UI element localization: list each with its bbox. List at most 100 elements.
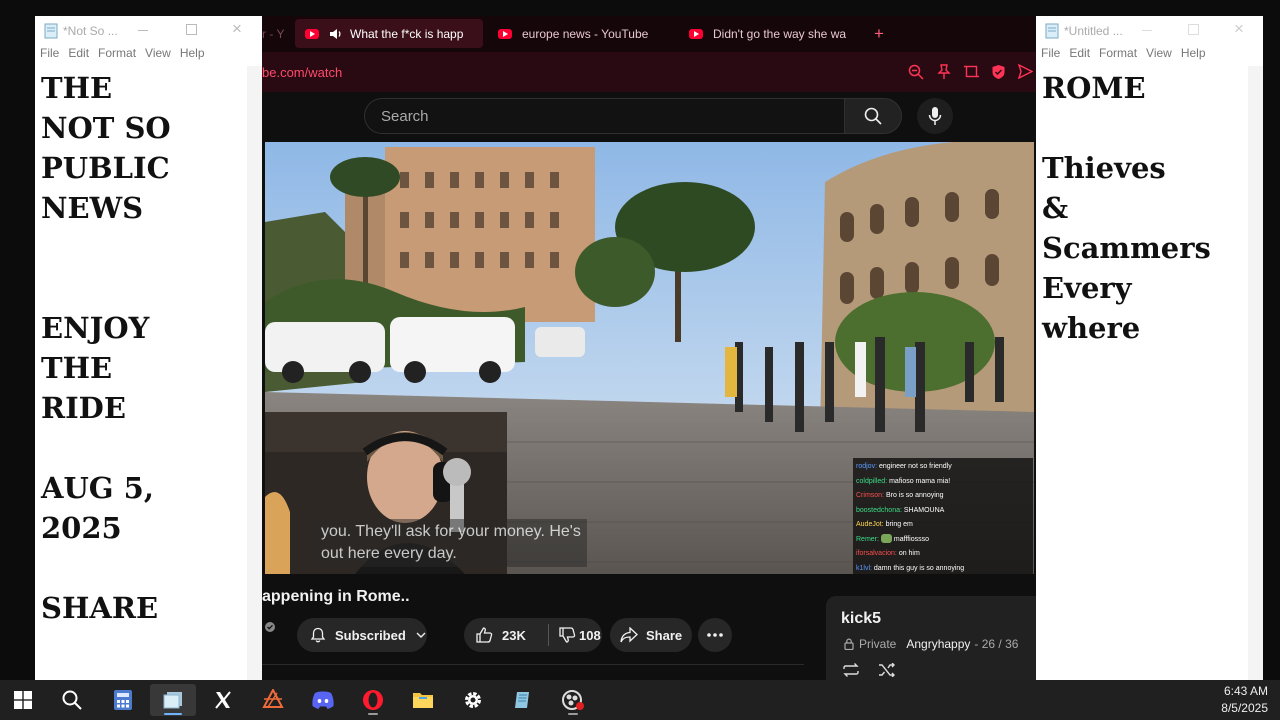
video-title: appening in Rome..: [262, 588, 410, 605]
chat-user: Remer:: [856, 535, 879, 543]
caption-line-1: you. They'll ask for your money. He's: [321, 523, 581, 540]
chat-user: rodjov:: [856, 463, 878, 470]
close-icon[interactable]: ×: [232, 19, 242, 39]
taskbar-notepad-active[interactable]: [150, 684, 196, 716]
text-line: Scammers: [1042, 231, 1211, 265]
chevron-down-icon: [416, 632, 426, 638]
notepad-right-title: *Untitled ...: [1064, 24, 1123, 38]
tab-europe-news[interactable]: europe news - YouTube: [498, 19, 678, 48]
minimize-icon[interactable]: [1142, 30, 1152, 31]
taskbar-discord[interactable]: [306, 684, 340, 716]
notepad-left-menubar: File Edit Format View Help: [35, 46, 262, 66]
text-line: [41, 428, 171, 468]
chat-text: damn this guy is so annoying: [873, 564, 965, 572]
menu-edit[interactable]: Edit: [1069, 46, 1090, 60]
emote-icon: [880, 534, 892, 544]
text-line: PUBLIC: [41, 151, 170, 185]
maximize-icon[interactable]: [1188, 24, 1199, 35]
taskbar-calculator[interactable]: [106, 684, 140, 716]
menu-help[interactable]: Help: [1181, 46, 1206, 60]
close-icon[interactable]: ×: [1234, 19, 1244, 39]
screenshot-icon[interactable]: [964, 64, 979, 79]
subscribed-button[interactable]: Subscribed: [297, 618, 427, 652]
playlist-meta: Private Angryhappy - 26 / 36: [844, 637, 1018, 651]
shield-icon[interactable]: [991, 64, 1006, 80]
browser-window: r - Y What the f*ck is happ europe news …: [262, 16, 1036, 680]
more-actions-button[interactable]: [698, 618, 732, 652]
minimize-icon[interactable]: [138, 30, 148, 31]
menu-format[interactable]: Format: [1099, 46, 1137, 60]
taskbar-app-orange[interactable]: [256, 684, 290, 716]
text-line: [41, 548, 171, 588]
search-input[interactable]: [379, 107, 823, 126]
text-line: SHARE: [41, 591, 159, 625]
text-line: 2025: [41, 511, 122, 545]
discord-icon: [312, 691, 334, 709]
menu-edit[interactable]: Edit: [68, 46, 89, 60]
menu-file[interactable]: File: [40, 46, 59, 60]
taskbar-notepad[interactable]: [506, 684, 540, 716]
youtube-icon: [305, 28, 319, 39]
maximize-icon[interactable]: [186, 24, 197, 35]
tab-active[interactable]: What the f*ck is happ: [295, 19, 483, 48]
tab-europe-news-label: europe news - YouTube: [522, 26, 649, 41]
share-label: Share: [646, 627, 683, 643]
notepad-stack-icon: [163, 692, 182, 709]
text-line: THE: [41, 71, 113, 105]
playlist-title[interactable]: kick5: [841, 610, 881, 628]
url-text[interactable]: be.com/watch: [262, 65, 342, 80]
menu-help[interactable]: Help: [180, 46, 205, 60]
text-line: Thieves: [1042, 151, 1166, 185]
taskbar-settings[interactable]: [456, 684, 490, 716]
bell-icon: [310, 627, 326, 643]
voice-search-button[interactable]: [917, 98, 953, 134]
speaker-icon[interactable]: [329, 27, 343, 41]
start-button[interactable]: [6, 684, 40, 716]
video-player[interactable]: you. They'll ask for your money. He's ou…: [265, 142, 1034, 574]
playlist-owner[interactable]: Angryhappy: [906, 637, 970, 651]
notepad-right-menubar: File Edit Format View Help: [1036, 46, 1263, 66]
caption-line-2: out here every day.: [321, 545, 457, 562]
notepad-left-scrollbar[interactable]: [247, 66, 262, 680]
notepad-right-text[interactable]: ROME Thieves & Scammers Every where: [1042, 68, 1211, 348]
tab-partial-label: r - Y: [262, 26, 285, 41]
dislike-button[interactable]: 108: [549, 618, 601, 652]
like-button[interactable]: 23K: [464, 618, 548, 652]
taskbar-obs-recording[interactable]: [556, 684, 590, 716]
like-count: 23K: [502, 627, 526, 643]
dislike-count: 108: [579, 627, 601, 643]
taskbar-opera[interactable]: [356, 684, 390, 716]
notepad-right: *Untitled ... × File Edit Format View Help R…: [1036, 16, 1263, 680]
system-clock[interactable]: 6:43 AM 8/5/2025: [1221, 683, 1268, 717]
text-line: RIDE: [41, 391, 126, 425]
shuffle-icon[interactable]: [878, 663, 896, 677]
menu-view[interactable]: View: [145, 46, 171, 60]
share-icon: [620, 627, 638, 643]
new-tab-button[interactable]: +: [874, 19, 890, 48]
chat-message: boostedchona: SHAMOUNA: [853, 504, 1033, 519]
tab-partial[interactable]: r - Y: [262, 19, 286, 48]
active-indicator: [568, 713, 578, 715]
notepad-icon: [1045, 23, 1059, 39]
text-line: AUG 5,: [41, 471, 154, 505]
pin-icon[interactable]: [937, 64, 951, 80]
send-icon[interactable]: [1018, 64, 1033, 79]
taskbar-app-x[interactable]: [206, 684, 240, 716]
taskbar-search-button[interactable]: [55, 684, 89, 716]
tab-didnt-go[interactable]: Didn't go the way she wa: [689, 19, 859, 48]
text-line: ROME: [1042, 71, 1146, 105]
text-line: where: [1042, 311, 1141, 345]
taskbar-file-explorer[interactable]: [406, 684, 440, 716]
text-line: [41, 268, 171, 308]
notepad-left-text[interactable]: THE NOT SO PUBLIC NEWS ENJOY THE RIDE AU…: [41, 68, 171, 628]
notepad-right-scrollbar[interactable]: [1248, 66, 1263, 680]
menu-file[interactable]: File: [1041, 46, 1060, 60]
search-button[interactable]: [844, 98, 902, 134]
menu-format[interactable]: Format: [98, 46, 136, 60]
share-button[interactable]: Share: [610, 618, 692, 652]
chat-message: rodjov: engineer not so friendly: [853, 460, 1033, 475]
menu-view[interactable]: View: [1146, 46, 1172, 60]
verified-icon: [265, 622, 275, 632]
loop-icon[interactable]: [842, 663, 860, 677]
zoom-out-icon[interactable]: [908, 64, 924, 80]
